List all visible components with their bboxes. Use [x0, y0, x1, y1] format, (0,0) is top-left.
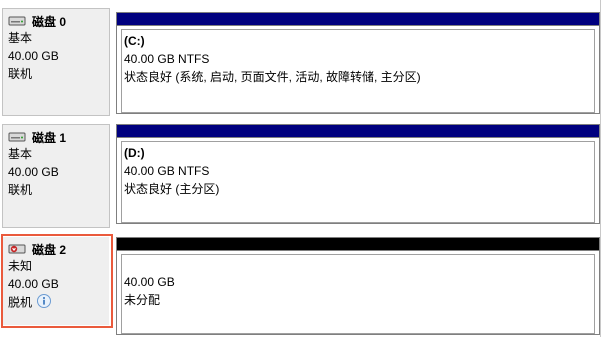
disk-title-0: 磁盘 0: [8, 13, 109, 29]
volume-status: 状态良好 (系统, 启动, 页面文件, 活动, 故障转储, 主分区): [124, 70, 421, 84]
volume-inner: (D:) 40.00 GB NTFS 状态良好 (主分区): [121, 141, 595, 223]
volume-bar: [116, 124, 600, 138]
disk-type: 基本: [8, 147, 33, 161]
volume-detail: 40.00 GB: [124, 275, 175, 289]
volume-label: (D:): [124, 146, 145, 160]
volume-inner: (C:) 40.00 GB NTFS 状态良好 (系统, 启动, 页面文件, 活…: [121, 29, 595, 113]
disk-name: 磁盘 1: [32, 130, 67, 145]
disk-size: 40.00 GB: [8, 49, 59, 63]
volume-label: (C:): [124, 34, 145, 48]
volume-detail: 40.00 GB NTFS: [124, 164, 210, 178]
volume-body: (D:) 40.00 GB NTFS 状态良好 (主分区): [116, 138, 600, 224]
volume-bar: [116, 12, 600, 26]
disk-type: 基本: [8, 31, 33, 45]
volume-status: 状态良好 (主分区): [124, 182, 220, 196]
disk-status: 联机: [8, 183, 33, 197]
disk-icon: [8, 131, 26, 143]
volume-c[interactable]: (C:) 40.00 GB NTFS 状态良好 (系统, 启动, 页面文件, 活…: [116, 12, 600, 114]
volume-d[interactable]: (D:) 40.00 GB NTFS 状态良好 (主分区): [116, 124, 600, 224]
volume-status: 未分配: [124, 293, 161, 307]
disk-name: 磁盘 0: [32, 14, 67, 29]
volume-bar: [116, 237, 600, 251]
disk-size: 40.00 GB: [8, 165, 59, 179]
disk-info-0[interactable]: 磁盘 0 基本 40.00 GB 联机: [2, 8, 110, 116]
disk-row-0: 磁盘 0 基本 40.00 GB 联机 (C:) 40.00 GB NTFS 状…: [0, 6, 601, 118]
disk-info-1[interactable]: 磁盘 1 基本 40.00 GB 联机: [2, 124, 110, 228]
disk-management-view: 磁盘 0 基本 40.00 GB 联机 (C:) 40.00 GB NTFS 状…: [0, 0, 601, 337]
volume-body: 40.00 GB 未分配: [116, 251, 600, 335]
disk-row-1: 磁盘 1 基本 40.00 GB 联机 (D:) 40.00 GB NTFS 状…: [0, 122, 601, 234]
disk-status: 联机: [8, 67, 33, 81]
volume-detail: 40.00 GB NTFS: [124, 52, 210, 66]
volume-inner: 40.00 GB 未分配: [121, 254, 595, 334]
volume-body: (C:) 40.00 GB NTFS 状态良好 (系统, 启动, 页面文件, 活…: [116, 26, 600, 114]
unallocated-volume[interactable]: 40.00 GB 未分配: [116, 237, 600, 335]
disk-icon: [8, 15, 26, 27]
disk-title-1: 磁盘 1: [8, 129, 109, 145]
selection-highlight: [1, 234, 113, 328]
